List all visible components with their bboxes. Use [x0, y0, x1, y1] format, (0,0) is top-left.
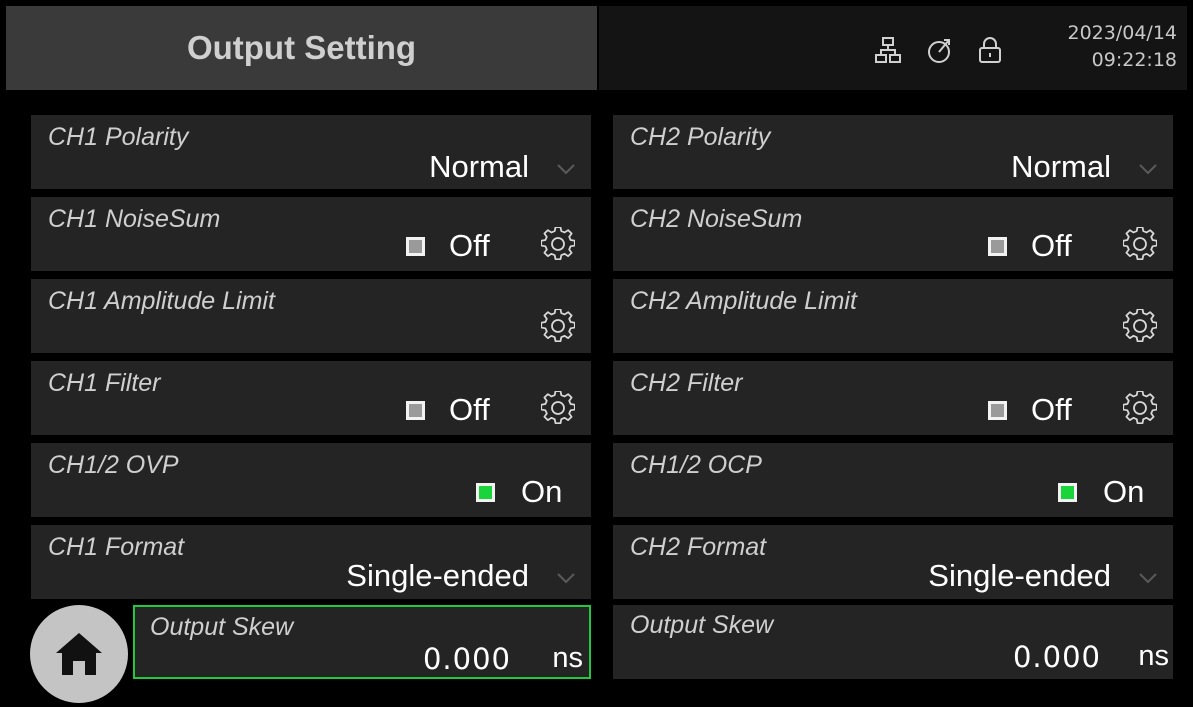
noisesum-checkbox[interactable] — [406, 237, 425, 256]
ch1-format-setting[interactable]: CH1 Format Single-ended — [31, 525, 591, 599]
chevron-down-icon — [1139, 573, 1157, 584]
ch2-noisesum-setting: CH2 NoiseSum Off — [613, 197, 1173, 271]
gear-icon[interactable] — [1123, 309, 1157, 343]
chevron-down-icon — [1139, 164, 1157, 175]
ch2-filter-setting: CH2 Filter Off — [613, 361, 1173, 435]
page-title: Output Setting — [186, 29, 417, 66]
ch2-amplitude-limit-setting: CH2 Amplitude Limit — [613, 279, 1173, 353]
chevron-down-icon — [557, 164, 575, 175]
gear-icon[interactable] — [1123, 391, 1157, 425]
gear-icon[interactable] — [1123, 227, 1157, 261]
filter-checkbox[interactable] — [988, 401, 1007, 420]
ch2-output-skew-input[interactable]: Output Skew 0.000 ns — [613, 605, 1173, 679]
setting-label: CH1/2 OCP — [630, 451, 762, 479]
ch2-format-setting[interactable]: CH2 Format Single-ended — [613, 525, 1173, 599]
setting-label: CH2 NoiseSum — [630, 205, 803, 233]
ch1-output-skew-input[interactable]: Output Skew 0.000 ns — [133, 605, 591, 679]
dropdown-value: Single-ended — [346, 558, 529, 593]
dropdown-value: Normal — [1011, 149, 1111, 184]
ch1-polarity-setting[interactable]: CH1 Polarity Normal — [31, 115, 591, 189]
status-bar: 2023/04/14 09:22:18 — [599, 6, 1187, 90]
ch1-filter-setting: CH1 Filter Off — [31, 361, 591, 435]
gear-icon[interactable] — [541, 227, 575, 261]
skew-unit: ns — [552, 642, 583, 674]
setting-label: CH2 Format — [630, 533, 767, 561]
ocp-setting: CH1/2 OCP On — [613, 443, 1173, 517]
home-icon — [56, 633, 102, 675]
setting-label: Output Skew — [630, 611, 774, 639]
dropdown-value: Single-ended — [928, 558, 1111, 593]
setting-label: CH1/2 OVP — [48, 451, 179, 479]
setting-label: CH2 Polarity — [630, 123, 771, 151]
ch1-amplitude-limit-setting: CH1 Amplitude Limit — [31, 279, 591, 353]
setting-label: CH1 Amplitude Limit — [48, 287, 275, 315]
timer-icon — [928, 39, 950, 63]
date-text: 2023/04/14 — [1067, 22, 1177, 44]
setting-label: CH1 Format — [48, 533, 185, 561]
screen — [6, 6, 1187, 705]
ocp-checkbox[interactable] — [1058, 483, 1077, 502]
skew-unit: ns — [1138, 640, 1169, 672]
ovp-setting: CH1/2 OVP On — [31, 443, 591, 517]
filter-checkbox[interactable] — [406, 401, 425, 420]
setting-label: Output Skew — [150, 613, 294, 641]
setting-label: CH2 Filter — [630, 369, 743, 397]
title-bar: Output Setting — [6, 6, 597, 90]
datetime: 2023/04/14 09:22:18 — [1067, 20, 1177, 74]
dropdown-value: Normal — [429, 149, 529, 184]
setting-label: CH2 Amplitude Limit — [630, 287, 857, 315]
gear-icon[interactable] — [541, 391, 575, 425]
skew-value: 0.000 — [1012, 640, 1101, 674]
lock-icon — [979, 37, 1001, 63]
setting-label: CH1 Polarity — [48, 123, 189, 151]
skew-value: 0.000 — [422, 642, 511, 676]
time-text: 09:22:18 — [1091, 49, 1177, 71]
checkbox-state: Off — [1031, 228, 1072, 263]
checkbox-state: On — [521, 474, 563, 509]
ch1-noisesum-setting: CH1 NoiseSum Off — [31, 197, 591, 271]
gear-icon[interactable] — [541, 309, 575, 343]
noisesum-checkbox[interactable] — [988, 237, 1007, 256]
network-icon — [875, 37, 901, 63]
checkbox-state: Off — [449, 228, 490, 263]
chevron-down-icon — [557, 573, 575, 584]
setting-label: CH1 Filter — [48, 369, 161, 397]
home-button[interactable] — [30, 605, 128, 703]
setting-label: CH1 NoiseSum — [48, 205, 221, 233]
checkbox-state: Off — [449, 392, 490, 427]
ovp-checkbox[interactable] — [476, 483, 495, 502]
checkbox-state: Off — [1031, 392, 1072, 427]
ch2-polarity-setting[interactable]: CH2 Polarity Normal — [613, 115, 1173, 189]
checkbox-state: On — [1103, 474, 1145, 509]
